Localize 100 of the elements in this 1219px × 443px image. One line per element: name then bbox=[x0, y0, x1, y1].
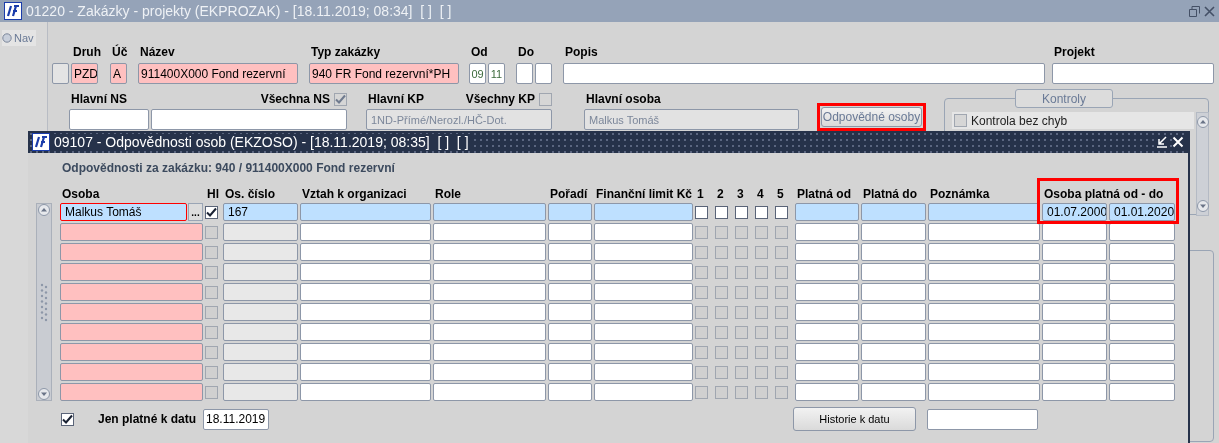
restore-icon[interactable] bbox=[1189, 5, 1200, 17]
checkbox[interactable] bbox=[775, 205, 788, 219]
text-field[interactable] bbox=[795, 363, 859, 381]
checkbox[interactable] bbox=[715, 305, 728, 319]
text-field[interactable] bbox=[1109, 343, 1175, 361]
checkbox[interactable] bbox=[695, 205, 708, 219]
text-field[interactable] bbox=[861, 263, 926, 281]
text-field[interactable] bbox=[300, 303, 431, 321]
text-field[interactable] bbox=[563, 63, 1045, 84]
checkbox[interactable] bbox=[61, 412, 74, 426]
text-field[interactable] bbox=[60, 303, 203, 321]
text-field[interactable] bbox=[300, 383, 431, 401]
text-field[interactable] bbox=[433, 283, 546, 301]
text-field[interactable] bbox=[300, 343, 431, 361]
checkbox[interactable] bbox=[775, 345, 788, 359]
text-field[interactable] bbox=[928, 363, 1040, 381]
text-field[interactable] bbox=[795, 223, 859, 241]
text-field[interactable] bbox=[223, 243, 298, 261]
checkbox[interactable] bbox=[775, 225, 788, 239]
checkbox[interactable] bbox=[695, 245, 708, 259]
text-field[interactable] bbox=[795, 343, 859, 361]
scroll-down-icon[interactable] bbox=[38, 388, 50, 400]
text-field[interactable]: 167 bbox=[223, 203, 298, 221]
text-field[interactable] bbox=[60, 283, 203, 301]
checkbox[interactable] bbox=[695, 365, 708, 379]
checkbox[interactable] bbox=[735, 305, 748, 319]
text-field[interactable] bbox=[861, 303, 926, 321]
text-field[interactable] bbox=[433, 363, 546, 381]
text-field[interactable] bbox=[861, 323, 926, 341]
checkbox[interactable] bbox=[695, 285, 708, 299]
record-indicator[interactable] bbox=[52, 63, 69, 84]
checkbox[interactable] bbox=[715, 385, 728, 399]
text-field[interactable] bbox=[433, 203, 546, 221]
scrollbar[interactable] bbox=[1196, 112, 1209, 216]
checkbox[interactable] bbox=[755, 305, 768, 319]
text-field[interactable] bbox=[1042, 243, 1107, 261]
checkbox[interactable] bbox=[755, 265, 768, 279]
text-field[interactable] bbox=[223, 343, 298, 361]
text-field[interactable] bbox=[60, 263, 203, 281]
checkbox[interactable] bbox=[775, 265, 788, 279]
text-field[interactable] bbox=[60, 343, 203, 361]
text-field[interactable] bbox=[548, 243, 592, 261]
text-field[interactable] bbox=[928, 323, 1040, 341]
checkbox[interactable] bbox=[735, 245, 748, 259]
text-field[interactable] bbox=[548, 223, 592, 241]
text-field[interactable] bbox=[223, 283, 298, 301]
text-field[interactable] bbox=[60, 323, 203, 341]
checkbox[interactable] bbox=[755, 325, 768, 339]
text-field[interactable] bbox=[300, 223, 431, 241]
checkbox[interactable] bbox=[775, 285, 788, 299]
text-field[interactable] bbox=[861, 203, 926, 221]
text-field[interactable] bbox=[516, 63, 533, 84]
text-field[interactable] bbox=[1042, 363, 1107, 381]
text-field[interactable] bbox=[223, 303, 298, 321]
text-field[interactable] bbox=[300, 283, 431, 301]
nav-radio[interactable]: Nav bbox=[2, 30, 36, 46]
text-field[interactable] bbox=[535, 63, 552, 84]
text-field[interactable] bbox=[548, 343, 592, 361]
text-field[interactable] bbox=[1042, 303, 1107, 321]
checkbox[interactable] bbox=[755, 365, 768, 379]
text-field[interactable] bbox=[60, 243, 203, 261]
checkbox[interactable] bbox=[735, 345, 748, 359]
checkbox[interactable] bbox=[775, 325, 788, 339]
text-field[interactable] bbox=[795, 283, 859, 301]
text-field[interactable] bbox=[861, 243, 926, 261]
text-field[interactable] bbox=[433, 243, 546, 261]
text-field[interactable] bbox=[151, 109, 347, 130]
text-field[interactable] bbox=[60, 363, 203, 381]
text-field[interactable] bbox=[928, 343, 1040, 361]
text-field[interactable]: Malkus Tomáš bbox=[60, 203, 187, 221]
text-field[interactable]: 09 bbox=[469, 63, 486, 84]
text-field[interactable] bbox=[795, 383, 859, 401]
text-field[interactable] bbox=[1042, 283, 1107, 301]
text-field[interactable] bbox=[928, 203, 1040, 221]
checkbox[interactable] bbox=[954, 114, 967, 127]
text-field[interactable] bbox=[223, 363, 298, 381]
date-field[interactable]: 18.11.2019 bbox=[203, 408, 269, 430]
checkbox[interactable] bbox=[735, 225, 748, 239]
text-field[interactable] bbox=[1042, 323, 1107, 341]
text-field[interactable] bbox=[594, 243, 693, 261]
checkbox[interactable] bbox=[205, 345, 218, 359]
text-field[interactable] bbox=[548, 263, 592, 281]
checkbox[interactable] bbox=[715, 285, 728, 299]
check-item[interactable]: Kontrola bez chyb bbox=[952, 112, 1194, 129]
text-field[interactable] bbox=[223, 223, 298, 241]
checkbox[interactable] bbox=[205, 205, 218, 219]
text-field[interactable] bbox=[594, 323, 693, 341]
text-field[interactable] bbox=[548, 303, 592, 321]
checkbox[interactable] bbox=[715, 365, 728, 379]
text-field[interactable] bbox=[927, 408, 1038, 430]
text-field[interactable] bbox=[223, 323, 298, 341]
text-field[interactable] bbox=[928, 303, 1040, 321]
text-field[interactable] bbox=[928, 243, 1040, 261]
checkbox[interactable] bbox=[205, 245, 218, 259]
checkbox[interactable] bbox=[775, 245, 788, 259]
text-field[interactable] bbox=[594, 203, 693, 221]
scroll-down-icon[interactable] bbox=[1196, 200, 1209, 212]
text-field[interactable] bbox=[795, 263, 859, 281]
text-field[interactable]: 11 bbox=[488, 63, 505, 84]
text-field[interactable] bbox=[928, 383, 1040, 401]
